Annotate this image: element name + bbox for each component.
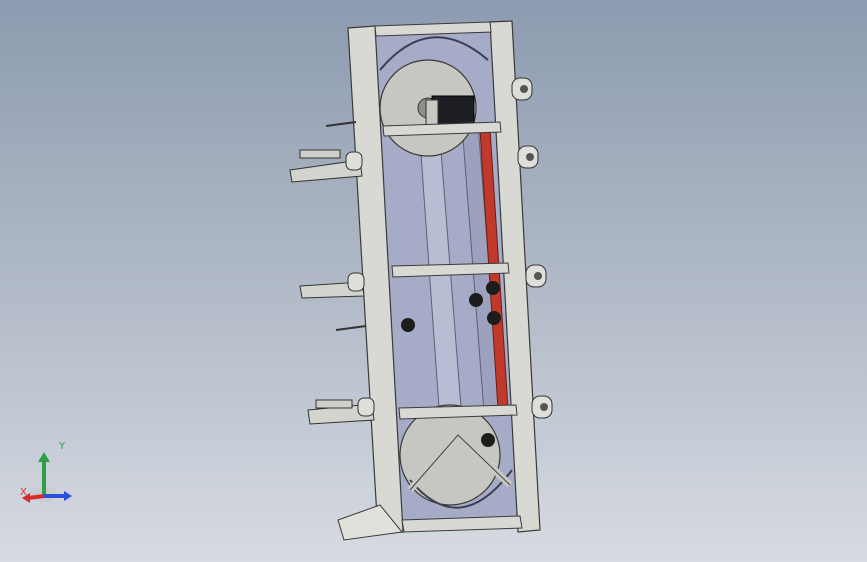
triad-axes: [22, 452, 72, 503]
left-pin-1: [325, 121, 357, 127]
graphics-viewport[interactable]: Y X: [0, 0, 867, 562]
bottom-wheel: [399, 404, 501, 506]
left-bracket-2: [299, 272, 365, 299]
motor-gearbox: [425, 99, 439, 127]
x-axis-label: X: [20, 487, 27, 498]
left-bracket-3: [307, 397, 375, 425]
conveyor-assembly-model[interactable]: [0, 0, 867, 562]
roller: [487, 311, 501, 325]
mounting-tab-right-3: [525, 264, 547, 288]
roller: [401, 318, 415, 332]
mounting-tab-right-1: [511, 77, 533, 101]
mounting-tab-right-2: [517, 145, 539, 169]
y-axis-label: Y: [59, 441, 66, 452]
roller: [469, 293, 483, 307]
left-bracket-1: [289, 149, 363, 183]
roller: [486, 281, 500, 295]
mounting-tab-right-4: [531, 395, 553, 419]
left-pin-2: [335, 325, 367, 331]
coordinate-triad: Y X: [14, 440, 78, 510]
roller: [481, 433, 495, 447]
